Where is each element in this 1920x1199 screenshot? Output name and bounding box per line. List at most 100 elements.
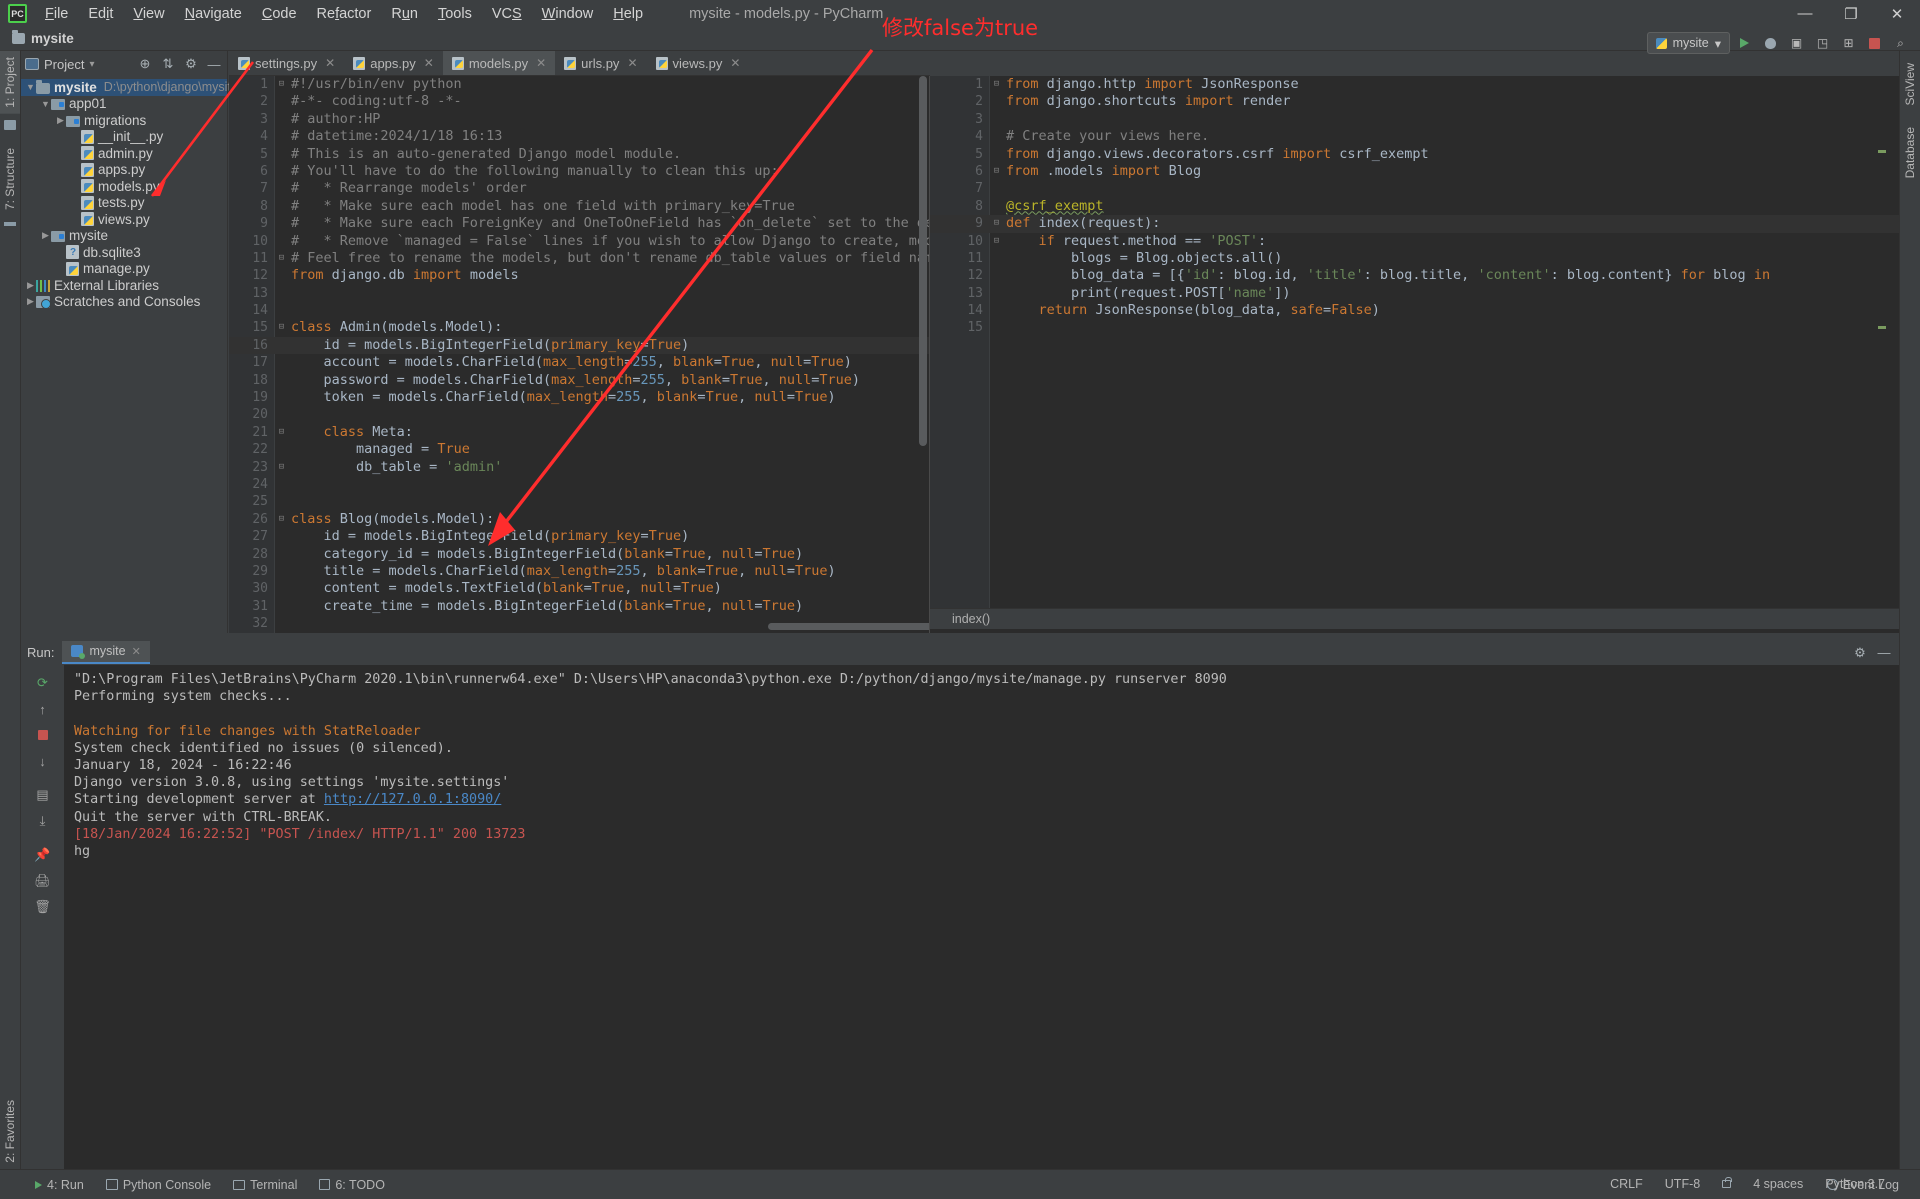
run-tab-mysite[interactable]: mysite ✕ — [62, 641, 150, 664]
status-line-separator[interactable]: CRLF — [1599, 1173, 1654, 1195]
debug-button[interactable] — [1759, 32, 1782, 54]
menu-navigate[interactable]: Navigate — [175, 3, 252, 25]
close-icon[interactable]: ✕ — [325, 56, 335, 70]
fold-marker[interactable]: ⊟ — [275, 76, 288, 93]
menu-help[interactable]: Help — [603, 3, 653, 25]
status-encoding[interactable]: UTF-8 — [1654, 1173, 1711, 1195]
hide-icon[interactable]: — — [205, 55, 223, 73]
tree-item-models-py[interactable]: models.py — [21, 178, 227, 195]
editor-vertical-scrollbar-right[interactable] — [1887, 76, 1898, 608]
close-icon[interactable]: ✕ — [424, 56, 434, 70]
hide-icon[interactable]: — — [1875, 644, 1893, 662]
menu-file[interactable]: File — [35, 3, 78, 25]
sidebar-item-structure[interactable]: 7: Structure — [0, 142, 20, 216]
trash-icon[interactable]: 🗑 — [30, 895, 56, 919]
status-terminal[interactable]: Terminal — [222, 1174, 308, 1196]
fold-marker[interactable]: ⊟ — [275, 250, 288, 267]
fold-marker[interactable]: ⊟ — [275, 459, 288, 476]
menu-edit[interactable]: Edit — [78, 3, 123, 25]
status-python-console[interactable]: Python Console — [95, 1174, 222, 1196]
status-todo[interactable]: 6: TODO — [308, 1174, 396, 1196]
editor-horizontal-scrollbar[interactable] — [275, 622, 929, 631]
gear-icon[interactable]: ⚙ — [182, 55, 200, 73]
maximize-button[interactable]: ❐ — [1828, 0, 1874, 27]
status-indent[interactable]: 4 spaces — [1742, 1173, 1814, 1195]
chevron-down-icon[interactable]: ▼ — [25, 82, 36, 92]
tab-settings-py[interactable]: settings.py ✕ — [229, 51, 344, 75]
attach-button[interactable]: ⊞ — [1837, 32, 1860, 54]
tree-item-migrations[interactable]: ▶ migrations — [21, 112, 227, 129]
tree-item-admin-py[interactable]: admin.py — [21, 145, 227, 162]
tree-item---init---py[interactable]: __init__.py — [21, 129, 227, 146]
status-lock-icon[interactable] — [1711, 1173, 1742, 1195]
stop-icon[interactable] — [30, 723, 56, 747]
tree-item-external-libraries[interactable]: ▶ External Libraries — [21, 277, 227, 294]
code-view-models[interactable]: 1 ⊟ #!/usr/bin/env python 2 #-*- coding:utf-… — [229, 76, 929, 633]
print-icon[interactable]: 🖨 — [30, 869, 56, 893]
sidebar-item-favorites[interactable]: 2: Favorites — [0, 1094, 20, 1169]
soft-wrap-icon[interactable]: ⤓ — [30, 809, 56, 833]
chevron-right-icon[interactable]: ▶ — [40, 230, 51, 241]
close-button[interactable]: ✕ — [1874, 0, 1920, 27]
menu-view[interactable]: View — [123, 3, 174, 25]
crosshair-icon[interactable]: ⊕ — [136, 55, 154, 73]
sidebar-item-database[interactable]: Database — [1900, 121, 1920, 184]
close-icon[interactable]: ✕ — [730, 56, 740, 70]
fold-marker[interactable]: ⊟ — [275, 319, 288, 336]
fold-marker[interactable]: ⊟ — [990, 76, 1003, 93]
fold-marker[interactable]: ⊟ — [990, 233, 1003, 250]
run-configuration-selector[interactable]: mysite ▾ — [1646, 32, 1730, 54]
chevron-right-icon[interactable]: ▶ — [25, 280, 36, 291]
status-run-button[interactable]: 4: Run — [24, 1174, 95, 1196]
sidebar-item-project[interactable]: 1: Project — [0, 51, 20, 114]
sidebar-item-sciview[interactable]: SciView — [1900, 57, 1920, 111]
code-view-views[interactable]: 1 ⊟ from django.http import JsonResponse 2 f… — [930, 76, 1899, 608]
close-icon[interactable]: ✕ — [132, 645, 141, 658]
menu-tools[interactable]: Tools — [428, 3, 482, 25]
scroll-up-icon[interactable]: ↑ — [30, 697, 56, 721]
menu-vcs[interactable]: VCS — [482, 3, 532, 25]
tree-item-app01[interactable]: ▼ app01 — [21, 96, 227, 113]
tree-item-apps-py[interactable]: apps.py — [21, 162, 227, 179]
tree-item-views-py[interactable]: views.py — [21, 211, 227, 228]
fold-marker[interactable]: ⊟ — [275, 424, 288, 441]
close-icon[interactable]: ✕ — [536, 56, 546, 70]
search-everywhere-button[interactable]: ⌕ — [1889, 32, 1912, 54]
collapse-all-icon[interactable]: ⇅ — [159, 55, 177, 73]
menu-refactor[interactable]: Refactor — [307, 3, 382, 25]
project-panel-caret[interactable]: ▾ — [89, 59, 94, 70]
tab-views-py[interactable]: views.py ✕ — [647, 51, 750, 75]
menu-run[interactable]: Run — [381, 3, 428, 25]
console-link[interactable]: http://127.0.0.1:8090/ — [324, 792, 501, 807]
tree-item-db-sqlite3[interactable]: db.sqlite3 — [21, 244, 227, 261]
chevron-down-icon[interactable]: ▼ — [40, 99, 51, 109]
stop-button[interactable] — [1863, 32, 1886, 54]
tree-item-mysite[interactable]: ▶ mysite — [21, 228, 227, 245]
tab-apps-py[interactable]: apps.py ✕ — [344, 51, 443, 75]
menu-code[interactable]: Code — [252, 3, 307, 25]
chevron-right-icon[interactable]: ▶ — [25, 296, 36, 307]
minimize-button[interactable]: — — [1782, 0, 1828, 27]
breadcrumb-project[interactable]: mysite — [31, 31, 74, 46]
run-console-output[interactable]: "D:\Program Files\JetBrains\PyCharm 2020… — [64, 665, 1899, 1169]
profile-button[interactable]: ◳ — [1811, 32, 1834, 54]
status-interpreter[interactable]: Python 3.7 — [1814, 1173, 1896, 1195]
scroll-down-icon[interactable]: ↓ — [30, 749, 56, 773]
menu-window[interactable]: Window — [532, 3, 604, 25]
gear-icon[interactable]: ⚙ — [1851, 644, 1869, 662]
editor-vertical-scrollbar[interactable] — [917, 76, 928, 633]
fold-marker[interactable]: ⊟ — [990, 215, 1003, 232]
tree-item-scratches-and-consoles[interactable]: ▶ Scratches and Consoles — [21, 294, 227, 311]
tree-item-manage-py[interactable]: manage.py — [21, 261, 227, 278]
print-layout-icon[interactable]: ▤ — [30, 783, 56, 807]
chevron-right-icon[interactable]: ▶ — [55, 115, 66, 126]
tab-urls-py[interactable]: urls.py ✕ — [555, 51, 646, 75]
fold-marker[interactable]: ⊟ — [275, 511, 288, 528]
tree-item-mysite[interactable]: ▼ mysite D:\python\django\mysite — [21, 79, 238, 96]
rerun-icon[interactable]: ⟳ — [30, 671, 56, 695]
breadcrumb-function-index[interactable]: index() — [952, 612, 990, 626]
fold-marker[interactable]: ⊟ — [275, 633, 288, 634]
coverage-button[interactable]: ▣ — [1785, 32, 1808, 54]
tree-item-tests-py[interactable]: tests.py — [21, 195, 227, 212]
run-button[interactable] — [1733, 32, 1756, 54]
